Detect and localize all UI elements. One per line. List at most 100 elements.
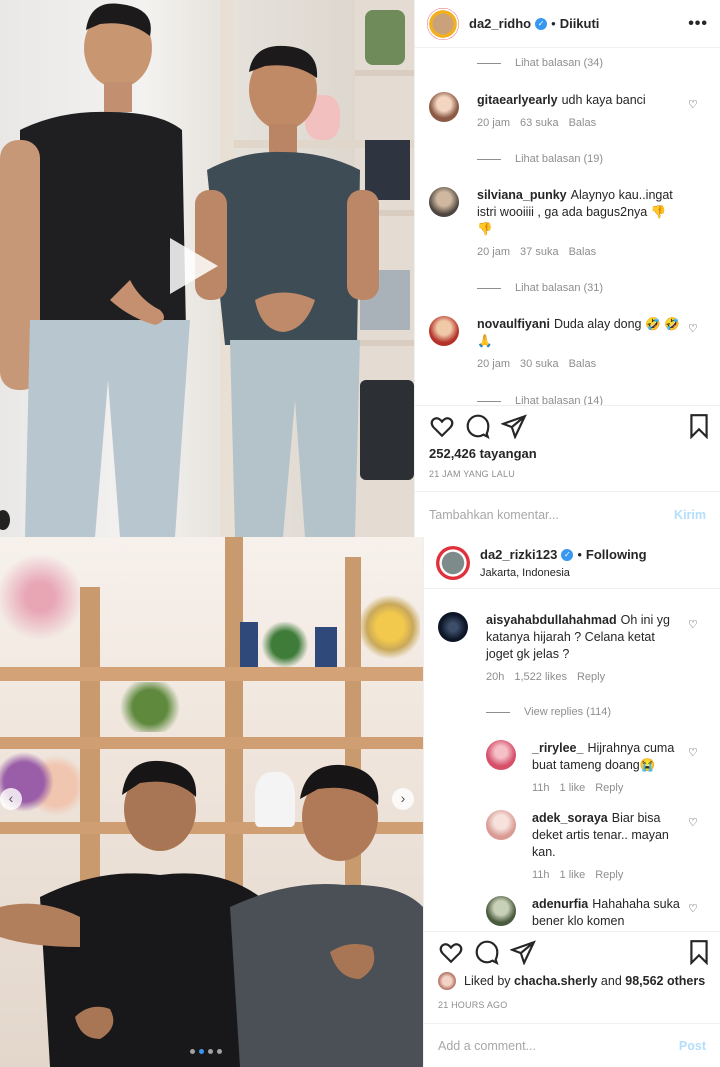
avatar[interactable] bbox=[427, 7, 459, 40]
comment-likes[interactable]: 63 suka bbox=[520, 117, 559, 129]
comment-icon[interactable] bbox=[465, 413, 491, 439]
comments-list: Lihat balasan (34) gitaearlyearly udh kay… bbox=[415, 49, 720, 405]
follow-status[interactable]: Following bbox=[586, 547, 647, 562]
comment-text: _rirylee_ Hijrahnya cuma buat tameng doan… bbox=[532, 740, 706, 774]
bookmark-icon[interactable] bbox=[686, 413, 712, 439]
comment-username[interactable]: aisyahabdullahahmad bbox=[486, 613, 617, 627]
location[interactable]: Jakarta, Indonesia bbox=[480, 567, 647, 579]
plant-decor bbox=[115, 682, 185, 732]
post-1-video[interactable] bbox=[0, 0, 414, 537]
comment-text: novaulfiyani Duda alay dong 🤣 🤣 🙏 bbox=[477, 316, 706, 350]
comment-meta: 20 jam 37 suka Balas bbox=[477, 246, 706, 258]
share-icon[interactable] bbox=[501, 413, 527, 439]
chevron-right-icon[interactable]: › bbox=[392, 788, 414, 810]
reply-button[interactable]: Reply bbox=[595, 869, 623, 881]
comment-likes[interactable]: 1 like bbox=[560, 869, 586, 881]
comment-icon[interactable] bbox=[474, 939, 500, 965]
post-2-video[interactable]: ‹ › bbox=[0, 537, 423, 1067]
comment-time: 20 jam bbox=[477, 358, 511, 370]
comment-likes[interactable]: 1 like bbox=[560, 782, 586, 794]
carousel-dots bbox=[190, 1049, 222, 1054]
comment-username[interactable]: adenurfia bbox=[532, 897, 588, 911]
heart-icon[interactable] bbox=[438, 939, 464, 965]
view-replies-button[interactable]: View replies (114) bbox=[486, 706, 611, 718]
post-comment-button[interactable]: Kirim bbox=[674, 508, 706, 522]
plant-decor bbox=[260, 622, 310, 667]
separator-dot: • bbox=[577, 547, 582, 562]
more-options-icon[interactable]: ••• bbox=[688, 15, 708, 33]
comment-username[interactable]: gitaearlyearly bbox=[477, 93, 558, 107]
verified-icon: ✓ bbox=[535, 17, 548, 30]
heart-icon[interactable]: ♡ bbox=[688, 322, 698, 335]
liked-by-and: and bbox=[600, 974, 622, 988]
liked-by-prefix: Liked by bbox=[464, 974, 511, 988]
comment-avatar[interactable] bbox=[429, 92, 459, 122]
comment-avatar[interactable] bbox=[438, 612, 468, 642]
carousel-dot bbox=[199, 1049, 204, 1054]
post-2-header: da2_rizki123 ✓ • Following Jakarta, Indones… bbox=[424, 537, 720, 589]
comment-username[interactable]: _rirylee_ bbox=[532, 741, 583, 755]
comment-meta: 20h 1,522 likes Reply bbox=[486, 671, 706, 683]
view-replies-button[interactable]: Lihat balasan (34) bbox=[477, 57, 603, 69]
play-icon[interactable] bbox=[170, 238, 218, 294]
comment-avatar[interactable] bbox=[486, 810, 516, 840]
comment-username[interactable]: silviana_punky bbox=[477, 188, 567, 202]
comment-avatar[interactable] bbox=[429, 316, 459, 346]
chevron-left-icon[interactable]: ‹ bbox=[0, 788, 22, 810]
bookmark-icon[interactable] bbox=[686, 939, 712, 965]
username[interactable]: da2_rizki123 bbox=[480, 547, 557, 562]
add-comment-input[interactable]: Tambahkan komentar... bbox=[429, 508, 559, 522]
liked-by-avatar[interactable] bbox=[438, 972, 456, 990]
heart-icon[interactable] bbox=[429, 413, 455, 439]
carousel-dot bbox=[217, 1049, 222, 1054]
reply-button[interactable]: Balas bbox=[569, 246, 597, 258]
post-1: da2_ridho ✓ • Diikuti ••• Lihat balasan … bbox=[0, 0, 720, 537]
comment-text: adenurfia Hahahaha suka bener klo komen bbox=[532, 896, 706, 930]
heart-icon[interactable]: ♡ bbox=[688, 98, 698, 111]
comment: novaulfiyani Duda alay dong 🤣 🤣 🙏 ♡ 20 ja… bbox=[429, 316, 706, 370]
reply-button[interactable]: Reply bbox=[595, 782, 623, 794]
heart-icon[interactable]: ♡ bbox=[688, 618, 698, 631]
view-replies-button[interactable]: Lihat balasan (19) bbox=[477, 153, 603, 165]
username[interactable]: da2_ridho bbox=[469, 16, 531, 31]
action-bar bbox=[424, 932, 720, 972]
comment-avatar[interactable] bbox=[429, 187, 459, 217]
reply-button[interactable]: Reply bbox=[577, 671, 605, 683]
follow-status[interactable]: Diikuti bbox=[560, 16, 600, 31]
view-count[interactable]: 252,426 tayangan bbox=[429, 446, 720, 461]
comment-meta: 20 jam 63 suka Balas bbox=[477, 117, 706, 129]
comment-username[interactable]: adek_soraya bbox=[532, 811, 608, 825]
reply-button[interactable]: Balas bbox=[569, 358, 597, 370]
comment-likes[interactable]: 37 suka bbox=[520, 246, 559, 258]
comment-likes[interactable]: 30 suka bbox=[520, 358, 559, 370]
liked-by: Liked by chacha.sherly and 98,562 others bbox=[438, 972, 720, 990]
comment-time: 20 jam bbox=[477, 246, 511, 258]
heart-icon[interactable]: ♡ bbox=[688, 816, 698, 829]
person-grey-shirt bbox=[195, 45, 379, 537]
comments-list: aisyahabdullahahmad Oh ini yg katanya hij… bbox=[424, 590, 720, 930]
figure-decor bbox=[240, 622, 258, 667]
heart-icon[interactable]: ♡ bbox=[688, 746, 698, 759]
comment-likes[interactable]: 1,522 likes bbox=[514, 671, 567, 683]
reply-button[interactable]: Balas bbox=[569, 117, 597, 129]
post-2-sidebar: da2_rizki123 ✓ • Following Jakarta, Indones… bbox=[423, 537, 720, 1067]
liked-by-user[interactable]: chacha.sherly bbox=[514, 974, 597, 988]
post-comment-button[interactable]: Post bbox=[679, 1039, 706, 1053]
view-replies-button[interactable]: Lihat balasan (31) bbox=[477, 282, 603, 294]
flower-decor bbox=[360, 592, 420, 662]
verified-icon: ✓ bbox=[561, 548, 574, 561]
comment-avatar[interactable] bbox=[486, 740, 516, 770]
comment-time: 20 jam bbox=[477, 117, 511, 129]
heart-icon[interactable]: ♡ bbox=[688, 902, 698, 915]
post-1-header: da2_ridho ✓ • Diikuti ••• bbox=[415, 0, 720, 48]
add-comment-bar: Tambahkan komentar... Kirim bbox=[415, 491, 720, 537]
comment-avatar[interactable] bbox=[486, 896, 516, 926]
liked-by-others[interactable]: 98,562 others bbox=[625, 974, 705, 988]
add-comment-bar: Add a comment... Post bbox=[424, 1023, 720, 1067]
post-1-actions: 252,426 tayangan 21 JAM YANG LALU bbox=[415, 405, 720, 479]
avatar[interactable] bbox=[436, 545, 470, 580]
share-icon[interactable] bbox=[510, 939, 536, 965]
comment-username[interactable]: novaulfiyani bbox=[477, 317, 550, 331]
view-replies-button[interactable]: Lihat balasan (14) bbox=[477, 395, 603, 405]
add-comment-input[interactable]: Add a comment... bbox=[438, 1039, 536, 1053]
